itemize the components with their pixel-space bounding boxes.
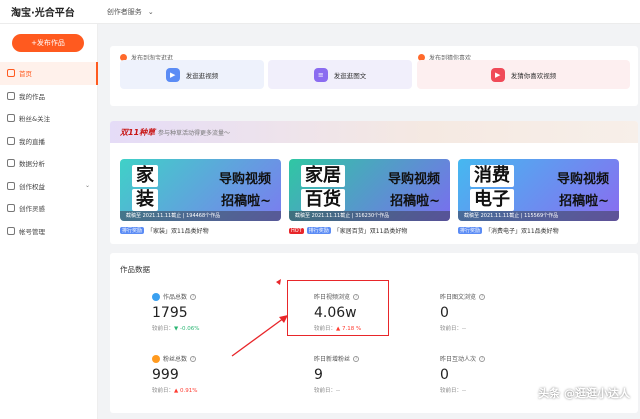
watermark: 头条 @逛逛小达人 — [538, 387, 630, 400]
annotation-arrow — [231, 279, 288, 357]
